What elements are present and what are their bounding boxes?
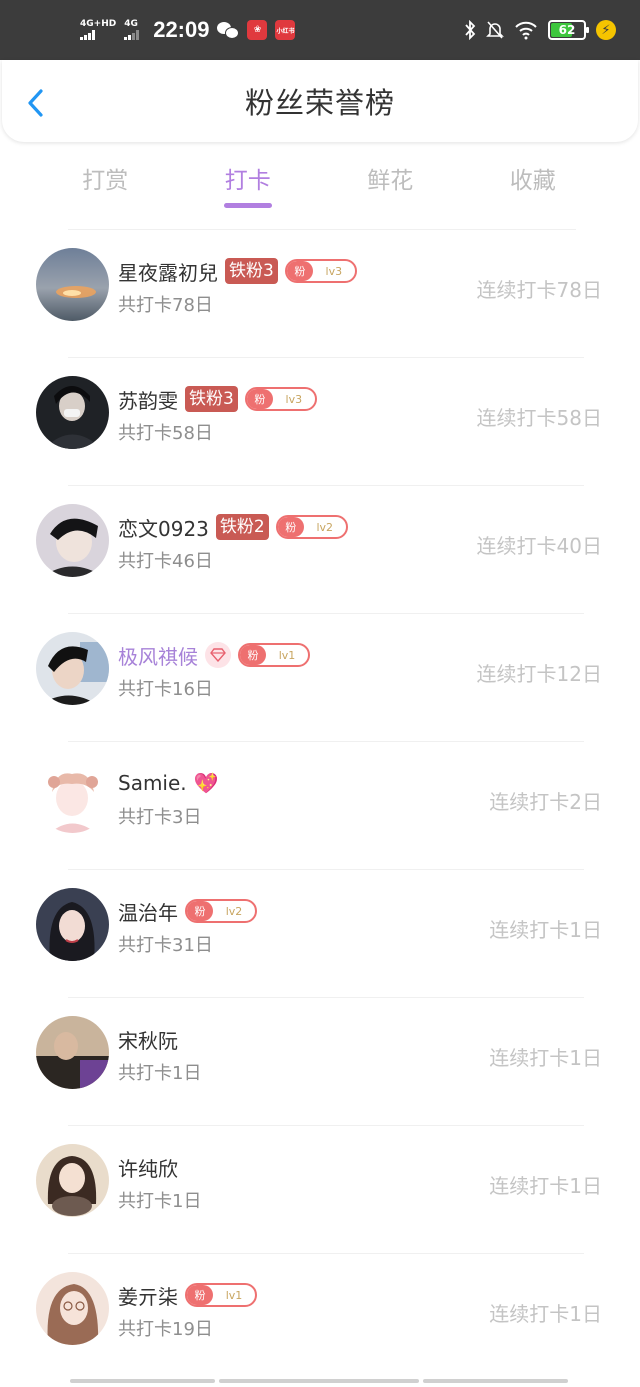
fan-badge-prefix: 粉 <box>277 517 304 537</box>
avatar[interactable] <box>36 888 109 961</box>
tab-bar: 打赏 打卡 鲜花 收藏 <box>34 155 604 210</box>
total-checkins: 共打卡78日 <box>118 295 213 316</box>
avatar[interactable] <box>36 1016 109 1089</box>
fan-name: 极风祺候 <box>118 644 198 669</box>
fan-badge-level: lv1 <box>225 1288 243 1302</box>
charging-icon: ⚡ <box>596 20 616 40</box>
streak-checkins: 连续打卡12日 <box>476 662 602 686</box>
fan-badge-prefix: 粉 <box>187 901 213 921</box>
signal-icon: 4G <box>124 19 140 40</box>
fan-level-badge: 粉 lv2 <box>185 899 257 923</box>
bluetooth-icon <box>465 20 476 40</box>
fan-name: 姜亓柒 <box>118 1284 178 1309</box>
page-title: 粉丝荣誉榜 <box>244 86 395 120</box>
list-item[interactable]: 恋文0923 铁粉2 粉 lv2 共打卡46日 连续打卡40日 <box>0 486 640 614</box>
wechat-icon <box>217 21 240 39</box>
mute-icon <box>486 21 504 39</box>
tab-checkin[interactable]: 打卡 <box>177 155 320 210</box>
fan-badge-level: lv3 <box>325 264 343 278</box>
streak-checkins: 连续打卡58日 <box>476 406 602 430</box>
fan-badge-prefix: 粉 <box>286 261 313 281</box>
total-checkins: 共打卡1日 <box>118 1191 202 1212</box>
streak-checkins: 连续打卡1日 <box>489 1046 602 1070</box>
fan-level-badge: 粉 lv1 <box>185 1283 257 1307</box>
total-checkins: 共打卡58日 <box>118 423 213 444</box>
fan-badge-prefix: 粉 <box>187 1285 213 1305</box>
avatar[interactable] <box>36 632 109 705</box>
fan-list: 星夜露初兒 铁粉3 粉 lv3 共打卡78日 连续打卡78日 苏韵雯 铁粉3 粉… <box>0 230 640 1382</box>
fan-name: 温治年 <box>118 900 178 925</box>
xiaohongshu-icon: 小红书 <box>275 20 296 40</box>
chevron-left-icon[interactable] <box>24 88 48 118</box>
sim1-label: 4G+HD <box>80 19 117 29</box>
list-item[interactable]: 姜亓柒 粉 lv1 共打卡19日 连续打卡1日 <box>0 1254 640 1382</box>
list-item[interactable]: 许纯欣 共打卡1日 连续打卡1日 <box>0 1126 640 1254</box>
battery-icon: 62 <box>548 20 589 40</box>
total-checkins: 共打卡31日 <box>118 935 213 956</box>
avatar[interactable] <box>36 1144 109 1217</box>
avatar[interactable] <box>36 760 109 833</box>
fan-badge-level: lv3 <box>285 392 303 406</box>
list-item[interactable]: 星夜露初兒 铁粉3 粉 lv3 共打卡78日 连续打卡78日 <box>0 230 640 358</box>
fan-name: Samie. <box>118 771 187 795</box>
list-item[interactable]: Samie. 💖 共打卡3日 连续打卡2日 <box>0 742 640 870</box>
fan-level-badge: 粉 lv3 <box>244 387 317 411</box>
list-item[interactable]: 宋秋阮 共打卡1日 连续打卡1日 <box>0 998 640 1126</box>
avatar[interactable] <box>36 376 109 449</box>
fan-name: 星夜露初兒 <box>118 260 218 285</box>
fan-badge-level: lv2 <box>316 520 334 534</box>
tab-reward[interactable]: 打赏 <box>34 155 177 210</box>
battery-level: 62 <box>558 23 576 37</box>
fan-badge-level: lv2 <box>225 904 243 918</box>
fan-level-badge: 粉 lv2 <box>275 515 348 539</box>
signal-icon: 4G+HD <box>80 20 116 40</box>
streak-checkins: 连续打卡1日 <box>489 1302 602 1326</box>
wifi-icon <box>515 21 537 40</box>
total-checkins: 共打卡3日 <box>118 807 202 828</box>
list-item[interactable]: 温治年 粉 lv2 共打卡31日 连续打卡1日 <box>0 870 640 998</box>
streak-checkins: 连续打卡2日 <box>489 790 602 814</box>
streak-checkins: 连续打卡78日 <box>476 278 602 302</box>
fan-badge-prefix: 粉 <box>246 389 273 409</box>
fan-name: 苏韵雯 <box>118 388 178 413</box>
streak-checkins: 连续打卡1日 <box>489 1174 602 1198</box>
list-item[interactable]: 极风祺候 粉 lv1 共打卡16日 连续打卡12日 <box>0 614 640 742</box>
bottom-scroll-indicator <box>70 1379 570 1384</box>
streak-checkins: 连续打卡40日 <box>476 534 602 558</box>
fan-badge-prefix: 粉 <box>240 645 266 665</box>
iron-fan-badge: 铁粉3 <box>185 386 238 412</box>
tab-favorites[interactable]: 收藏 <box>462 155 605 210</box>
total-checkins: 共打卡16日 <box>118 679 213 700</box>
avatar[interactable] <box>36 1272 109 1345</box>
iron-fan-badge: 铁粉3 <box>225 258 278 284</box>
total-checkins: 共打卡19日 <box>118 1319 213 1340</box>
status-bar: 4G+HD 4G 22:09 ❀ 小红书 62 ⚡ <box>0 0 640 60</box>
sparkle-heart-icon: 💖 <box>193 771 219 795</box>
total-checkins: 共打卡1日 <box>118 1063 202 1084</box>
fan-name: 恋文0923 <box>118 516 209 541</box>
fan-name: 许纯欣 <box>118 1156 178 1181</box>
iron-fan-badge: 铁粉2 <box>215 514 269 540</box>
fan-badge-level: lv1 <box>278 648 296 662</box>
avatar[interactable] <box>36 504 109 577</box>
sim2-label: 4G <box>124 19 138 29</box>
app-icon: ❀ <box>247 20 268 40</box>
diamond-icon <box>205 642 231 668</box>
fan-level-badge: 粉 lv3 <box>284 259 357 283</box>
avatar[interactable] <box>36 248 109 321</box>
fan-name: 宋秋阮 <box>118 1028 178 1053</box>
header: 粉丝荣誉榜 <box>2 60 638 142</box>
clock: 22:09 <box>153 17 210 42</box>
list-item[interactable]: 苏韵雯 铁粉3 粉 lv3 共打卡58日 连续打卡58日 <box>0 358 640 486</box>
fan-level-badge: 粉 lv1 <box>238 643 310 667</box>
tab-flowers[interactable]: 鲜花 <box>319 155 462 210</box>
streak-checkins: 连续打卡1日 <box>489 918 602 942</box>
total-checkins: 共打卡46日 <box>118 551 213 572</box>
